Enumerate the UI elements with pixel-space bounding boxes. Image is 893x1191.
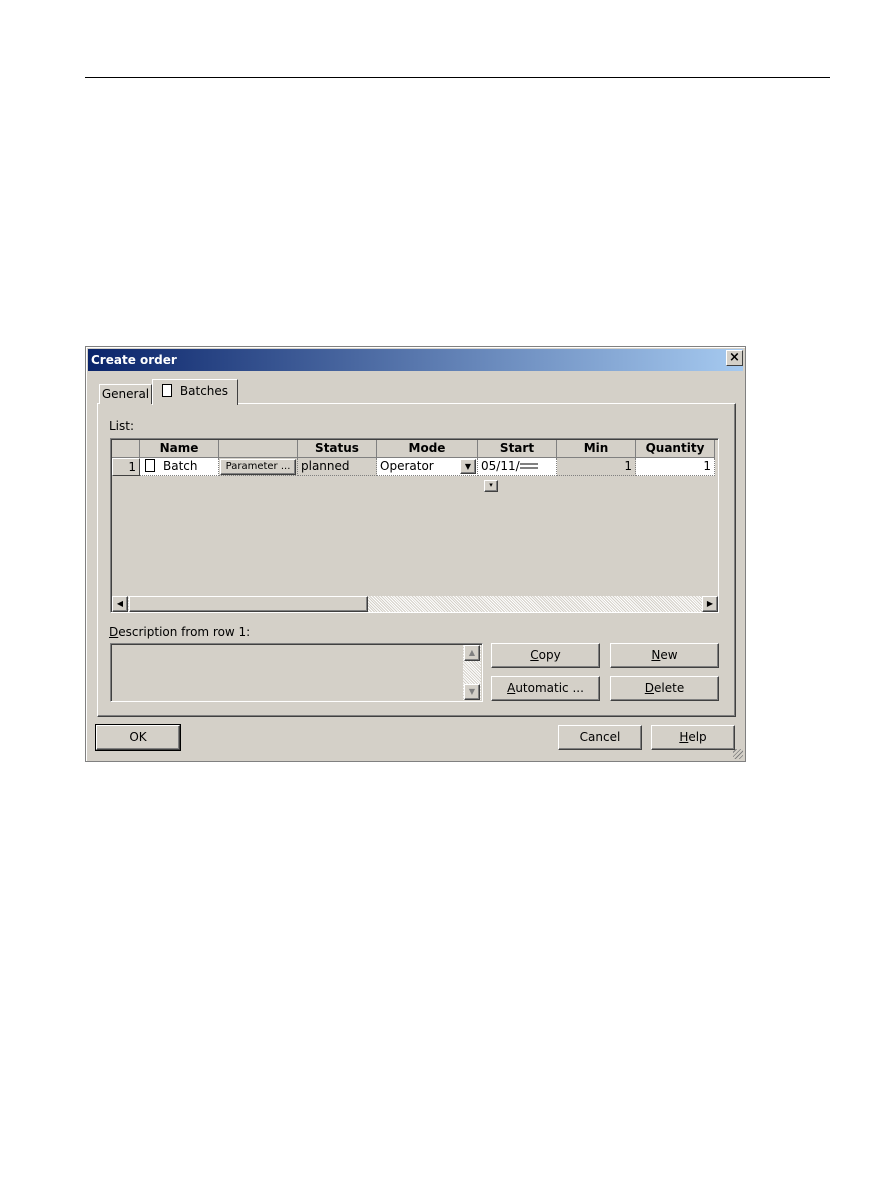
description-textarea[interactable]: ▲ ▼ [110,643,483,702]
document-icon [145,459,155,472]
cell-name[interactable]: Batch [140,458,219,476]
batches-grid: Name Status Mode Start Min Quantity 1 Ba… [110,438,719,613]
column-header-parameter[interactable] [219,440,298,458]
dialog-title: Create order [91,353,177,367]
cancel-button[interactable]: Cancel [558,725,642,750]
scrollbar-thumb[interactable] [129,596,368,612]
ok-button[interactable]: OK [95,724,181,751]
cell-status: planned [298,458,377,476]
scroll-left-icon[interactable]: ◀ [112,596,128,612]
parameter-button[interactable]: Parameter ... [220,459,296,475]
dialog-title-bar[interactable]: Create order [88,349,743,371]
cell-parameter: Parameter ... [219,458,298,476]
date-spinner-icon[interactable] [519,463,538,469]
tab-batches[interactable]: Batches [152,379,238,405]
scroll-down-icon[interactable]: ▼ [464,684,480,700]
chevron-down-icon[interactable]: ▼ [460,459,476,474]
delete-button[interactable]: Delete [610,676,719,701]
document-icon [161,384,172,397]
page-header-rule [85,77,830,78]
create-order-dialog: Create order × General Batches List: Nam… [85,346,746,762]
cell-min[interactable]: 1 [557,458,636,476]
vertical-scrollbar[interactable]: ▲ ▼ [463,645,481,700]
cell-quantity[interactable]: 1 [636,458,715,476]
tab-batches-label: Batches [179,384,229,398]
mode-value: Operator [380,459,434,473]
copy-button[interactable]: Copy [491,643,600,668]
close-button[interactable]: × [726,350,743,366]
scroll-right-icon[interactable]: ▶ [702,596,718,612]
calendar-dropdown-icon[interactable]: ▾ [484,480,498,492]
new-button[interactable]: New [610,643,719,668]
start-value: 05/11/ [481,459,520,473]
resize-grip-icon[interactable] [733,749,743,759]
scroll-up-icon[interactable]: ▲ [464,645,480,661]
tab-general-label: General [101,387,150,401]
horizontal-scrollbar[interactable]: ◀ ▶ [112,596,718,612]
list-label: List: [109,419,135,433]
column-header-min[interactable]: Min [557,440,636,458]
automatic-button[interactable]: Automatic ... [491,676,600,701]
description-label: Description from row 1: [109,625,251,639]
column-header-start[interactable]: Start [478,440,557,458]
column-header-status[interactable]: Status [298,440,377,458]
column-header-index [112,440,140,458]
column-header-mode[interactable]: Mode [377,440,478,458]
column-header-quantity[interactable]: Quantity [636,440,715,458]
start-date-picker[interactable]: 05/11/ ▾ [478,458,557,492]
close-icon: × [729,350,740,365]
batch-name: Batch [163,459,198,473]
tab-general[interactable]: General [99,384,152,404]
mode-select[interactable]: Operator ▼ [377,458,478,476]
help-button[interactable]: Help [651,725,735,750]
column-header-name[interactable]: Name [140,440,219,458]
row-index[interactable]: 1 [112,458,140,476]
